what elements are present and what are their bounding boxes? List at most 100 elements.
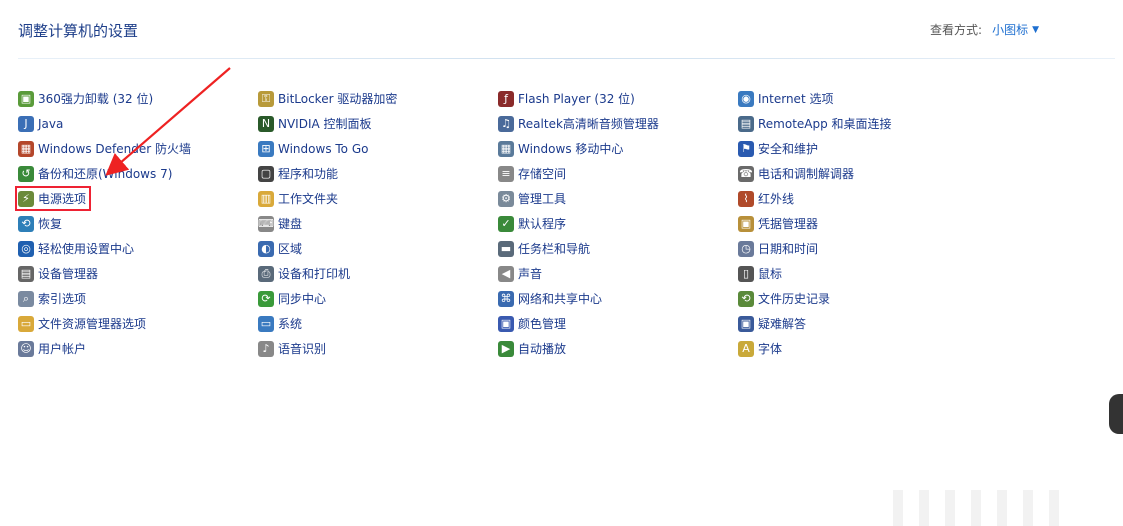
control-panel-item[interactable]: ƒ Flash Player (32 位) [498, 86, 738, 111]
item-content: A 字体 [738, 339, 784, 358]
item-content: N NVIDIA 控制面板 [258, 114, 374, 133]
control-panel-item[interactable]: ▢ 程序和功能 [258, 161, 498, 186]
control-panel-item[interactable]: ⊞ Windows To Go [258, 136, 498, 161]
infrared-icon: ⌇ [738, 190, 754, 207]
item-content: ⟲ 恢复 [18, 214, 64, 233]
items-column-2: ⚿ BitLocker 驱动器加密 N NVIDIA 控制面板 ⊞ Windows To … [258, 86, 498, 361]
item-content: ⚑ 安全和维护 [738, 139, 820, 158]
control-panel-item[interactable]: ◀ 声音 [498, 261, 738, 286]
item-content: ◀ 声音 [498, 264, 544, 283]
control-panel-item[interactable]: ▭ 系统 [258, 311, 498, 336]
system-icon: ▭ [258, 315, 274, 332]
control-panel-item[interactable]: ◉ Internet 选项 [738, 86, 978, 111]
control-panel-item[interactable]: ⚑ 安全和维护 [738, 136, 978, 161]
control-panel-item[interactable]: ⟳ 同步中心 [258, 286, 498, 311]
control-panel-item[interactable]: ▤ 设备管理器 [18, 261, 258, 286]
control-panel-item[interactable]: ↺ 备份和还原(Windows 7) [18, 161, 258, 186]
item-content: ◷ 日期和时间 [738, 239, 820, 258]
item-content: ▬ 任务栏和导航 [498, 239, 592, 258]
item-label: Realtek高清晰音频管理器 [518, 117, 659, 131]
item-content: ⌇ 红外线 [738, 189, 796, 208]
control-panel-item[interactable]: ⌘ 网络和共享中心 [498, 286, 738, 311]
control-panel-item[interactable]: ⟲ 文件历史记录 [738, 286, 978, 311]
control-panel-item[interactable]: J Java [18, 111, 258, 136]
microphone-icon: ♪ [258, 340, 274, 357]
control-panel-item[interactable]: ☎ 电话和调制解调器 [738, 161, 978, 186]
item-label: 鼠标 [758, 267, 783, 281]
item-label: 疑难解答 [758, 317, 807, 331]
control-panel-item[interactable]: ▦ Windows 移动中心 [498, 136, 738, 161]
control-panel-item[interactable]: ▣ 360强力卸载 (32 位) [18, 86, 258, 111]
item-label: 声音 [518, 267, 543, 281]
control-panel-item[interactable]: ▣ 凭据管理器 [738, 211, 978, 236]
item-content: ⌕ 索引选项 [18, 289, 88, 308]
windows-to-go-icon: ⊞ [258, 140, 274, 157]
item-label: 程序和功能 [278, 167, 339, 181]
control-panel-item[interactable]: ⚡ 电源选项 [14, 186, 258, 211]
control-panel-item[interactable]: ◷ 日期和时间 [738, 236, 978, 261]
control-panel-item[interactable]: ▣ 疑难解答 [738, 311, 978, 336]
control-panel-item[interactable]: ▬ 任务栏和导航 [498, 236, 738, 261]
item-content: ◐ 区域 [258, 239, 304, 258]
control-panel-item[interactable]: ⚿ BitLocker 驱动器加密 [258, 86, 498, 111]
control-panel-item[interactable]: ≡ 存储空间 [498, 161, 738, 186]
control-panel-item[interactable]: ▦ Windows Defender 防火墙 [18, 136, 258, 161]
speaker-icon: ◀ [498, 265, 514, 282]
folder-options-icon: ▭ [18, 315, 34, 332]
control-panel-item[interactable]: ⌇ 红外线 [738, 186, 978, 211]
chevron-down-icon: ▼ [1032, 24, 1039, 35]
control-panel-item[interactable]: ♪ 语音识别 [258, 336, 498, 361]
item-label: 红外线 [758, 192, 795, 206]
control-panel-item[interactable]: ▭ 文件资源管理器选项 [18, 311, 258, 336]
network-icon: ⌘ [498, 290, 514, 307]
audio-manager-icon: ♫ [498, 115, 514, 132]
item-label: NVIDIA 控制面板 [278, 117, 372, 131]
item-label: 同步中心 [278, 292, 327, 306]
item-content: ≡ 存储空间 [498, 164, 568, 183]
item-label: BitLocker 驱动器加密 [278, 92, 398, 106]
control-panel-item[interactable]: ♫ Realtek高清晰音频管理器 [498, 111, 738, 136]
control-panel-item[interactable]: ▶ 自动播放 [498, 336, 738, 361]
item-label: 字体 [758, 342, 783, 356]
file-history-icon: ⟲ [738, 290, 754, 307]
control-panel-item[interactable]: A 字体 [738, 336, 978, 361]
control-panel-item[interactable]: ⟲ 恢复 [18, 211, 258, 236]
control-panel-item[interactable]: N NVIDIA 控制面板 [258, 111, 498, 136]
header-divider [18, 58, 1115, 59]
control-panel-item[interactable]: ▤ RemoteApp 和桌面连接 [738, 111, 978, 136]
item-content: ▭ 系统 [258, 314, 304, 333]
control-panel-item[interactable]: ▯ 鼠标 [738, 261, 978, 286]
item-content: ▦ Windows 移动中心 [498, 139, 625, 158]
item-label: 设备和打印机 [278, 267, 351, 281]
item-label: 360强力卸载 (32 位) [38, 92, 154, 106]
item-label: 自动播放 [518, 342, 567, 356]
device-manager-icon: ▤ [18, 265, 34, 282]
internet-options-icon: ◉ [738, 90, 754, 107]
control-panel-item[interactable]: ▥ 工作文件夹 [258, 186, 498, 211]
item-label: 恢复 [38, 217, 63, 231]
view-mode-dropdown[interactable]: 小图标 ▼ [992, 21, 1039, 38]
control-panel-item[interactable]: ◎ 轻松使用设置中心 [18, 236, 258, 261]
control-panel-item[interactable]: ⚙ 管理工具 [498, 186, 738, 211]
item-content: ⟲ 文件历史记录 [738, 289, 832, 308]
control-panel-item[interactable]: ⌕ 索引选项 [18, 286, 258, 311]
firewall-icon: ▦ [18, 140, 34, 157]
item-label: 工作文件夹 [278, 192, 339, 206]
control-panel-item[interactable]: ✓ 默认程序 [498, 211, 738, 236]
item-label: 安全和维护 [758, 142, 819, 156]
item-label: 备份和还原(Windows 7) [38, 167, 173, 181]
control-panel-item[interactable]: ▣ 颜色管理 [498, 311, 738, 336]
backup-icon: ↺ [18, 165, 34, 182]
item-label: 设备管理器 [38, 267, 99, 281]
java-icon: J [18, 115, 34, 132]
control-panel-item[interactable]: ☺ 用户帐户 [18, 336, 258, 361]
item-content: ☎ 电话和调制解调器 [738, 164, 856, 183]
control-panel-item[interactable]: ◐ 区域 [258, 236, 498, 261]
control-panel-item[interactable]: ⎙ 设备和打印机 [258, 261, 498, 286]
item-label: Internet 选项 [758, 92, 834, 106]
item-label: 轻松使用设置中心 [38, 242, 135, 256]
work-folders-icon: ▥ [258, 190, 274, 207]
item-content: ▣ 疑难解答 [738, 314, 808, 333]
control-panel-item[interactable]: ⌨ 键盘 [258, 211, 498, 236]
item-label: Java [38, 116, 64, 131]
